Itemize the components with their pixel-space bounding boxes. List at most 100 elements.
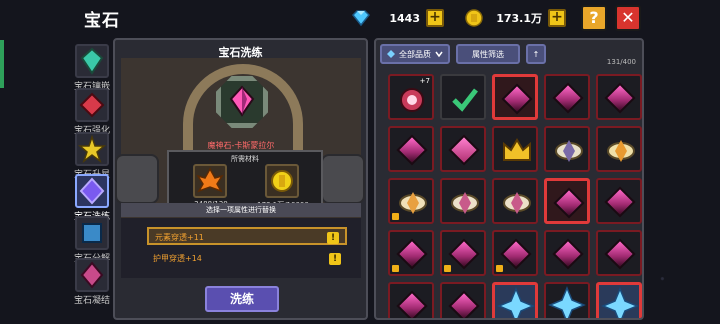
diamond-resource: 1443 + — [350, 8, 444, 28]
gem-icon — [396, 134, 428, 166]
spiral-gem-icon — [503, 192, 531, 214]
lock-icon — [496, 265, 503, 272]
top-bar: 宝石 1443 + 173.1万 + ? ✕ — [0, 0, 720, 36]
gem-slot[interactable] — [388, 282, 434, 318]
gem-slot-selected[interactable] — [492, 74, 538, 120]
gold-count: 173.1万 — [496, 12, 542, 25]
gem-slot[interactable] — [492, 126, 538, 172]
gem-slot[interactable] — [388, 126, 434, 172]
check-icon — [452, 88, 478, 112]
gem-inlay-icon — [75, 44, 109, 78]
gem-slot[interactable] — [440, 126, 486, 172]
gem-slot[interactable] — [596, 178, 642, 224]
gem-icon — [552, 82, 584, 114]
gem-icon — [396, 290, 428, 318]
left-engine — [115, 154, 159, 204]
attribute-hint: 选择一项属性进行替换 — [121, 203, 361, 217]
gem-slot[interactable] — [596, 74, 642, 120]
gem-icon — [553, 187, 585, 219]
side-indicator — [0, 40, 4, 88]
material-slot-1[interactable] — [193, 164, 227, 198]
ice-crystal-icon — [548, 286, 586, 318]
gem-slot[interactable] — [440, 178, 486, 224]
refine-button[interactable]: 洗练 — [205, 286, 279, 312]
gem-condense-icon — [75, 258, 109, 292]
warning-icon: ! — [327, 232, 339, 244]
gem-slot[interactable] — [440, 230, 486, 276]
gem-icon — [448, 134, 480, 166]
gem-slot[interactable]: +7 — [388, 74, 434, 120]
attribute-option-1[interactable]: 元素穿透+11 ! — [147, 227, 347, 245]
gem-icon — [604, 238, 636, 270]
diamond-count: 1443 — [389, 11, 420, 25]
gem-icon — [604, 186, 636, 218]
gem-refine-icon — [75, 174, 109, 208]
attribute-label: 元素穿透+11 — [155, 233, 204, 242]
inventory-toolbar: 全部品质 属性筛选 ↑ — [380, 44, 546, 64]
refine-panel: 宝石洗练 魔神石-卡斯蒙拉尔 所需材料 24 — [113, 38, 368, 320]
add-gold-button[interactable]: + — [548, 9, 566, 27]
gold-resource: 173.1万 + — [464, 8, 566, 28]
attribute-label: 护甲穿透+14 — [153, 254, 202, 263]
tab-gem-enhance[interactable]: 宝石强化 — [72, 88, 112, 138]
inventory-count: 131/400 — [606, 58, 636, 66]
quality-filter-dropdown[interactable]: 全部品质 — [380, 44, 450, 64]
gem-inventory-panel: 全部品质 属性筛选 ↑ 131/400 +7 — [374, 38, 644, 320]
gem-slot[interactable] — [544, 230, 590, 276]
gold-coin-icon — [465, 9, 483, 27]
gem-slot[interactable] — [492, 282, 538, 318]
gem-icon — [552, 238, 584, 270]
gem-star-icon — [75, 132, 109, 166]
tab-gem-condense[interactable]: 宝石凝结 — [72, 258, 112, 308]
gem-icon — [501, 83, 533, 115]
gem-icon — [448, 238, 480, 270]
gem-icon — [604, 82, 636, 114]
gem-slot[interactable] — [544, 126, 590, 172]
gem-slot-selected[interactable] — [544, 178, 590, 224]
gem-slot[interactable] — [388, 178, 434, 224]
help-button[interactable]: ? — [581, 5, 607, 31]
spiral-gem-icon — [555, 140, 583, 162]
lock-icon — [392, 213, 399, 220]
gem-slot[interactable] — [440, 282, 486, 318]
ice-crystal-icon — [497, 287, 535, 318]
gold-coin-icon — [271, 170, 293, 192]
gem-icon — [396, 238, 428, 270]
chevron-down-icon — [435, 51, 443, 58]
gem-decompose-icon — [75, 216, 109, 250]
gem-slot[interactable] — [388, 230, 434, 276]
right-engine — [321, 154, 365, 204]
material-slot-2[interactable] — [265, 164, 299, 198]
spiral-gem-icon — [451, 192, 479, 214]
diamond-icon — [351, 10, 371, 27]
gem-icon — [448, 290, 480, 318]
gem-slot[interactable] — [596, 126, 642, 172]
gem-enhance-icon — [75, 88, 109, 122]
attribute-option-2[interactable]: 护甲穿透+14 ! — [147, 250, 347, 268]
tab-label: 宝石凝结 — [73, 296, 110, 306]
add-diamond-button[interactable]: + — [426, 9, 444, 27]
sort-button[interactable]: ↑ — [526, 44, 546, 64]
gem-slot[interactable] — [440, 74, 486, 120]
tab-gem-inlay[interactable]: 宝石镶嵌 — [72, 44, 112, 94]
gem-slot[interactable] — [492, 178, 538, 224]
spiral-gem-icon — [607, 140, 635, 162]
warning-icon: ! — [329, 253, 341, 265]
close-button[interactable]: ✕ — [615, 5, 641, 31]
selected-gem-icon — [229, 85, 255, 117]
gem-slot[interactable] — [596, 282, 642, 318]
gem-slot[interactable] — [544, 282, 590, 318]
gem-slot[interactable] — [492, 230, 538, 276]
ice-crystal-icon — [601, 287, 639, 318]
materials-title: 所需材料 — [231, 155, 259, 163]
quality-filter-label: 全部品质 — [399, 49, 431, 59]
diamond-small-icon — [387, 50, 395, 58]
fire-essence-icon — [196, 167, 224, 193]
attribute-list: 元素穿透+11 ! 护甲穿透+14 ! — [121, 218, 361, 278]
lock-icon — [392, 265, 399, 272]
attribute-filter-button[interactable]: 属性筛选 — [456, 44, 520, 64]
gem-slot[interactable] — [596, 230, 642, 276]
gem-icon — [500, 238, 532, 270]
page-title: 宝石 — [84, 11, 120, 31]
gem-slot[interactable] — [544, 74, 590, 120]
